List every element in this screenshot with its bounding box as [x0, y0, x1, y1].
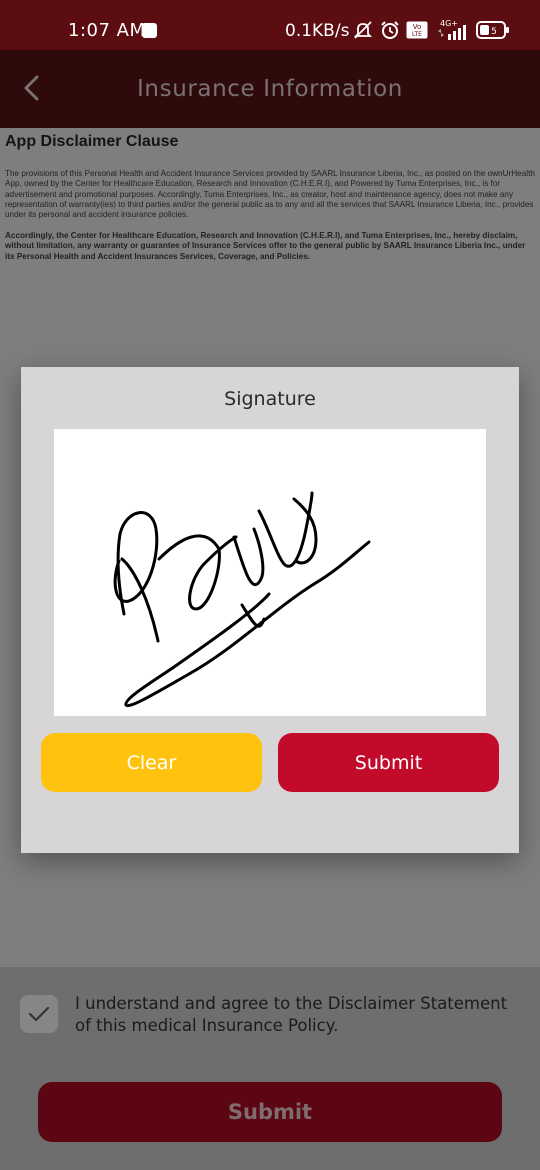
submit-button[interactable]: Submit: [38, 1082, 502, 1142]
signal-icon: 4G+: [434, 19, 470, 41]
battery-level: 5: [491, 27, 497, 37]
checkmark-icon: [28, 1006, 50, 1022]
signature-modal: Signature Clear Submit: [21, 367, 519, 853]
notification-square-icon: [142, 23, 157, 38]
signature-pad[interactable]: [54, 429, 486, 716]
agreement-section: I understand and agree to the Disclaimer…: [0, 967, 540, 1170]
disclaimer-paragraph-2: Accordingly, the Center for Healthcare E…: [5, 231, 526, 261]
battery-icon: 5: [476, 21, 510, 39]
modal-title: Signature: [224, 388, 316, 410]
status-icons: Vo LTE 4G+ 5: [352, 19, 510, 41]
svg-text:LTE: LTE: [412, 31, 422, 38]
agree-checkbox[interactable]: [20, 995, 58, 1033]
signature-stroke: [113, 491, 371, 708]
status-time: 1:07 AM: [68, 20, 146, 41]
svg-text:Vo: Vo: [413, 23, 422, 31]
network-type: 4G+: [440, 19, 458, 28]
agreement-text: I understand and agree to the Disclaimer…: [75, 994, 508, 1035]
page-title: Insurance Information: [137, 76, 403, 102]
modal-submit-button[interactable]: Submit: [278, 733, 499, 792]
disclaimer-paragraph-1: The provisions of this Personal Health a…: [5, 169, 535, 220]
status-bar: 1:07 AM 0.1KB/s Vo LTE 4G+ 5: [0, 0, 540, 50]
clause-title: App Disclaimer Clause: [5, 133, 179, 150]
volte-icon: Vo LTE: [406, 21, 428, 39]
app-header: Insurance Information: [0, 50, 540, 128]
clear-button[interactable]: Clear: [41, 733, 262, 792]
mute-icon: [352, 20, 374, 40]
network-speed: 0.1KB/s: [285, 21, 350, 41]
alarm-icon: [380, 20, 400, 40]
